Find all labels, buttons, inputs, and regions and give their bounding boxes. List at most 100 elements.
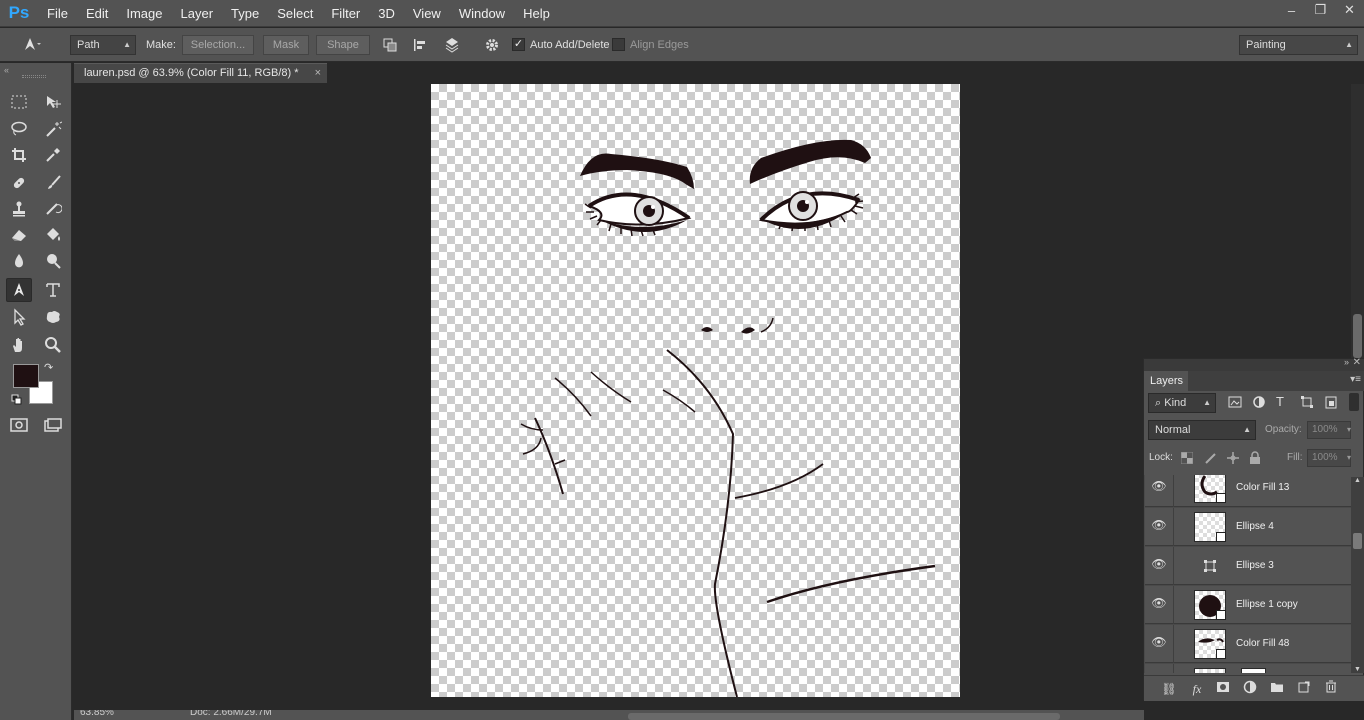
collapse-arrows-icon[interactable]: « (4, 65, 9, 75)
menu-edit[interactable]: Edit (77, 0, 117, 27)
visibility-eye-icon[interactable]: 👁 (1151, 479, 1167, 495)
layer-row-color-fill-13[interactable]: 👁 Color Fill 13 (1145, 475, 1351, 507)
path-operations-icon[interactable] (379, 34, 401, 56)
menu-3d[interactable]: 3D (369, 0, 404, 27)
lasso-tool-icon[interactable] (6, 117, 32, 141)
foreground-color-swatch[interactable] (13, 364, 39, 388)
zoom-tool-icon[interactable] (40, 333, 66, 357)
filter-shape-icon[interactable] (1300, 395, 1314, 412)
scrollbar-thumb[interactable] (1353, 314, 1362, 358)
magic-wand-tool-icon[interactable] (40, 117, 66, 141)
layers-tab[interactable]: Layers (1144, 371, 1188, 391)
filter-pixel-icon[interactable] (1228, 395, 1242, 412)
filter-smart-object-icon[interactable] (1324, 395, 1338, 412)
document-canvas[interactable] (431, 84, 960, 698)
filter-type-icon[interactable]: T (1276, 394, 1284, 409)
close-panel-icon[interactable]: ✕ (1353, 357, 1361, 368)
close-window-button[interactable]: ✕ (1335, 0, 1364, 20)
link-layers-icon[interactable]: ⛓ (1160, 680, 1178, 698)
menu-type[interactable]: Type (222, 0, 268, 27)
clone-stamp-tool-icon[interactable] (6, 197, 32, 221)
minimize-button[interactable]: – (1277, 0, 1306, 20)
layer-filter-select[interactable]: ⌕ Kind ▲ (1148, 393, 1216, 413)
scroll-up-icon[interactable]: ▲ (1354, 477, 1361, 484)
menu-select[interactable]: Select (268, 0, 322, 27)
auto-add-delete-checkbox[interactable]: ✓ (512, 38, 525, 51)
custom-shape-tool-icon[interactable] (40, 305, 66, 329)
dodge-tool-icon[interactable] (40, 249, 66, 273)
menu-window[interactable]: Window (450, 0, 514, 27)
layer-row-partial[interactable] (1145, 664, 1351, 673)
menu-layer[interactable]: Layer (172, 0, 223, 27)
close-document-icon[interactable]: × (315, 64, 321, 83)
hand-tool-icon[interactable] (6, 333, 32, 357)
layers-scrollbar[interactable]: ▲ ▼ (1351, 477, 1364, 673)
path-selection-tool-icon[interactable] (6, 305, 32, 329)
menu-help[interactable]: Help (514, 0, 559, 27)
blend-mode-select[interactable]: Normal ▲ (1148, 420, 1256, 440)
menu-view[interactable]: View (404, 0, 450, 27)
make-mask-button[interactable]: Mask (263, 35, 309, 55)
menu-image[interactable]: Image (117, 0, 171, 27)
spot-healing-brush-icon[interactable] (6, 171, 32, 195)
collapse-panel-icon[interactable]: » (1344, 357, 1349, 367)
opacity-field[interactable]: 100% (1307, 421, 1351, 439)
visibility-eye-icon[interactable]: 👁 (1151, 557, 1167, 573)
filter-toggle[interactable] (1349, 393, 1359, 411)
screen-mode-icon[interactable] (40, 413, 66, 437)
restore-button[interactable]: ❐ (1306, 0, 1335, 20)
filter-adjustment-icon[interactable] (1252, 395, 1266, 412)
paint-bucket-tool-icon[interactable] (40, 223, 66, 247)
blur-tool-icon[interactable] (6, 249, 32, 273)
adjustment-layer-icon[interactable] (1241, 680, 1259, 698)
layer-row-ellipse-1-copy[interactable]: 👁 Ellipse 1 copy (1145, 586, 1351, 624)
rectangular-marquee-tool-icon[interactable] (6, 90, 32, 114)
brush-tool-icon[interactable] (40, 171, 66, 195)
pen-mode-select[interactable]: Path ▲ (70, 35, 136, 55)
path-arrangement-icon[interactable] (441, 34, 463, 56)
move-tool-icon[interactable] (40, 90, 66, 114)
default-colors-icon[interactable] (11, 394, 23, 409)
visibility-eye-icon[interactable]: 👁 (1151, 518, 1167, 534)
lock-all-icon[interactable] (1249, 451, 1261, 468)
zoom-level[interactable]: 63.85% (80, 710, 114, 718)
panel-menu-icon[interactable]: ▾≡ (1350, 374, 1361, 385)
canvas-horizontal-scrollbar[interactable] (628, 713, 1060, 720)
trash-icon[interactable] (1322, 680, 1340, 698)
layer-row-color-fill-48[interactable]: 👁 Color Fill 48 (1145, 625, 1351, 663)
opacity-dropdown-icon[interactable]: ▾ (1347, 421, 1351, 439)
history-brush-tool-icon[interactable] (40, 197, 66, 221)
lock-transparent-icon[interactable] (1180, 451, 1194, 467)
new-layer-icon[interactable] (1295, 680, 1313, 698)
crop-tool-icon[interactable] (6, 143, 32, 167)
align-edges-checkbox[interactable] (612, 38, 625, 51)
document-tab[interactable]: lauren.psd @ 63.9% (Color Fill 11, RGB/8… (74, 63, 327, 83)
visibility-eye-icon[interactable]: 👁 (1151, 596, 1167, 612)
layers-scrollbar-thumb[interactable] (1353, 533, 1362, 549)
visibility-eye-icon[interactable]: 👁 (1151, 635, 1167, 651)
panel-grip[interactable] (22, 75, 46, 78)
pen-tool-icon[interactable] (6, 278, 32, 302)
layer-row-ellipse-3[interactable]: 👁 Ellipse 3 (1145, 547, 1351, 585)
add-mask-icon[interactable] (1214, 680, 1232, 698)
gear-icon[interactable] (481, 34, 503, 56)
pen-tool-preset-icon[interactable] (20, 33, 42, 55)
eraser-tool-icon[interactable] (6, 223, 32, 247)
menu-filter[interactable]: Filter (322, 0, 369, 27)
make-selection-button[interactable]: Selection... (182, 35, 254, 55)
scroll-down-icon[interactable]: ▼ (1354, 666, 1361, 673)
workspace-select[interactable]: Painting ▲ (1239, 35, 1358, 55)
new-group-folder-icon[interactable] (1268, 680, 1286, 698)
path-alignment-icon[interactable] (409, 34, 431, 56)
make-shape-button[interactable]: Shape (316, 35, 370, 55)
canvas-vertical-scrollbar[interactable] (1351, 84, 1364, 358)
type-tool-icon[interactable] (40, 278, 66, 302)
layer-style-fx-icon[interactable]: fx (1188, 680, 1206, 698)
menu-file[interactable]: File (38, 0, 77, 27)
layer-row-ellipse-4[interactable]: 👁 Ellipse 4 (1145, 508, 1351, 546)
fill-dropdown-icon[interactable]: ▾ (1347, 449, 1351, 467)
lock-position-icon[interactable] (1226, 451, 1240, 468)
lock-pixels-icon[interactable] (1204, 451, 1218, 468)
quick-mask-icon[interactable] (6, 413, 32, 437)
eyedropper-tool-icon[interactable] (40, 143, 66, 167)
